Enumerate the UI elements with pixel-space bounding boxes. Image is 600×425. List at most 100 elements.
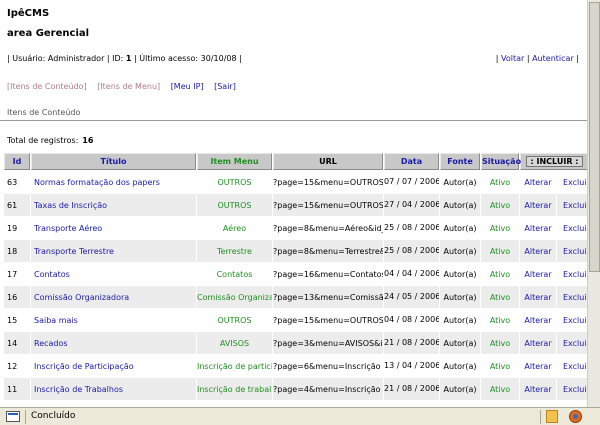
row-source: Autor(a) xyxy=(440,309,480,331)
row-id: 15 xyxy=(4,309,30,331)
alterar-link[interactable]: Alterar xyxy=(520,171,556,193)
row-date: 21 / 08 / 2006 xyxy=(384,332,439,354)
row-url: ?page=15&menu=OUTROS&id_conteudo=61 xyxy=(273,194,383,216)
row-date: 13 / 04 / 2006 xyxy=(384,355,439,377)
total-value: 16 xyxy=(82,136,94,145)
alterar-link[interactable]: Alterar xyxy=(520,378,556,400)
status-separator-right xyxy=(540,410,541,424)
row-menu-item: Inscrição de participação xyxy=(197,355,272,377)
divider xyxy=(0,120,587,121)
row-id: 14 xyxy=(4,332,30,354)
excluir-link[interactable]: Excluir xyxy=(557,355,587,377)
last-access-label: | Último acesso: xyxy=(134,54,199,63)
vertical-scrollbar[interactable] xyxy=(587,0,600,407)
top-sep-3: | xyxy=(576,54,579,63)
row-id: 63 xyxy=(4,171,30,193)
row-source: Autor(a) xyxy=(440,217,480,239)
row-title-link[interactable]: Comissão Organizadora xyxy=(31,286,196,308)
browser-viewport: IpêCMS area Gerencial | Usuário: Adminis… xyxy=(0,0,600,407)
excluir-link[interactable]: Excluir xyxy=(557,378,587,400)
row-status: Ativo xyxy=(481,263,519,285)
col-data[interactable]: Data xyxy=(384,153,439,170)
excluir-link[interactable]: Excluir xyxy=(557,171,587,193)
row-id: 11 xyxy=(4,378,30,400)
excluir-link[interactable]: Excluir xyxy=(557,217,587,239)
scrollbar-thumb[interactable] xyxy=(589,2,600,272)
alterar-link[interactable]: Alterar xyxy=(520,309,556,331)
row-date: 07 / 07 / 2006 xyxy=(384,171,439,193)
row-status: Ativo xyxy=(481,240,519,262)
firefox-icon[interactable] xyxy=(569,410,582,423)
site-name: IpêCMS xyxy=(7,8,50,19)
excluir-link[interactable]: Excluir xyxy=(557,263,587,285)
row-title-link[interactable]: Inscrição de Trabalhos xyxy=(31,378,196,400)
voltar-link[interactable]: Voltar xyxy=(501,54,524,63)
alterar-link[interactable]: Alterar xyxy=(520,263,556,285)
status-separator xyxy=(25,410,26,424)
col-item-menu[interactable]: Item Menu xyxy=(197,153,272,170)
alterar-link[interactable]: Alterar xyxy=(520,194,556,216)
content-table: Id Título Item Menu URL Data Fonte Situa… xyxy=(3,152,587,401)
edit-icon[interactable] xyxy=(546,410,558,423)
row-source: Autor(a) xyxy=(440,332,480,354)
row-menu-item: AVISOS xyxy=(197,332,272,354)
row-menu-item: Terrestre xyxy=(197,240,272,262)
alterar-link[interactable]: Alterar xyxy=(520,332,556,354)
row-title-link[interactable]: Contatos xyxy=(31,263,196,285)
user-label: | Usuário: xyxy=(7,54,46,63)
row-menu-item: Aéreo xyxy=(197,217,272,239)
nav-sair[interactable]: [Sair] xyxy=(214,82,236,91)
row-url: ?page=4&menu=Inscrição de trabalhos&id_c… xyxy=(273,378,383,400)
nav-itens-menu[interactable]: [Itens de Menu] xyxy=(97,82,160,91)
incluir-button[interactable]: : INCLUIR : xyxy=(525,156,584,167)
alterar-link[interactable]: Alterar xyxy=(520,217,556,239)
row-id: 61 xyxy=(4,194,30,216)
row-title-link[interactable]: Taxas de Inscrição xyxy=(31,194,196,216)
section-title: Itens de Conteúdo xyxy=(7,108,81,117)
excluir-link[interactable]: Excluir xyxy=(557,286,587,308)
table-row: 63 Normas formatação dos papers OUTROS ?pag… xyxy=(4,171,587,193)
table-row: 14RecadosAVISOS?page=3&menu=AVISOS&id_co… xyxy=(4,332,587,354)
row-date: 25 / 08 / 2006 xyxy=(384,240,439,262)
row-title-link[interactable]: Normas formatação dos papers xyxy=(31,171,196,193)
nav-meu-ip[interactable]: [Meu IP] xyxy=(171,82,204,91)
row-id: 19 xyxy=(4,217,30,239)
alterar-link[interactable]: Alterar xyxy=(520,355,556,377)
row-id: 18 xyxy=(4,240,30,262)
row-url: ?page=8&menu=Terrestre&id_conteudo=18 xyxy=(273,240,383,262)
col-url[interactable]: URL xyxy=(273,153,383,170)
row-menu-item: OUTROS xyxy=(197,309,272,331)
row-title-link[interactable]: Transporte Terrestre xyxy=(31,240,196,262)
row-status: Ativo xyxy=(481,355,519,377)
excluir-link[interactable]: Excluir xyxy=(557,309,587,331)
autenticar-link[interactable]: Autenticar xyxy=(532,54,574,63)
row-title-link[interactable]: Saiba mais xyxy=(31,309,196,331)
row-source: Autor(a) xyxy=(440,378,480,400)
excluir-link[interactable]: Excluir xyxy=(557,332,587,354)
row-url: ?page=8&menu=Aéreo&id_conteudo=19 xyxy=(273,217,383,239)
row-url: ?page=15&menu=OUTROS&id_conteudo=63 xyxy=(273,171,383,193)
row-id: 12 xyxy=(4,355,30,377)
excluir-link[interactable]: Excluir xyxy=(557,194,587,216)
alterar-link[interactable]: Alterar xyxy=(520,286,556,308)
row-menu-item: OUTROS xyxy=(197,194,272,216)
col-situacao[interactable]: Situação xyxy=(481,153,521,170)
row-date: 25 / 08 / 2006 xyxy=(384,217,439,239)
row-title-link[interactable]: Inscrição de Participação xyxy=(31,355,196,377)
alterar-link[interactable]: Alterar xyxy=(520,240,556,262)
col-id[interactable]: Id xyxy=(4,153,30,170)
top-sep-1: | xyxy=(495,54,499,63)
row-source: Autor(a) xyxy=(440,263,480,285)
nav-itens-conteudo[interactable]: [Itens de Conteúdo] xyxy=(7,82,87,91)
row-status: Ativo xyxy=(481,332,519,354)
col-titulo[interactable]: Título xyxy=(31,153,196,170)
row-title-link[interactable]: Transporte Aéreo xyxy=(31,217,196,239)
row-date: 21 / 08 / 2006 xyxy=(384,378,439,400)
top-links: | Voltar | Autenticar | xyxy=(496,54,579,63)
row-url: ?page=15&menu=OUTROS&id_conteudo=15 xyxy=(273,309,383,331)
row-title-link[interactable]: Recados xyxy=(31,332,196,354)
user-info-line: | Usuário: Administrador | ID: 1 | Últim… xyxy=(7,54,242,63)
col-fonte[interactable]: Fonte xyxy=(440,153,480,170)
excluir-link[interactable]: Excluir xyxy=(557,240,587,262)
row-url: ?page=16&menu=Contatos&id_conteudo=17 xyxy=(273,263,383,285)
